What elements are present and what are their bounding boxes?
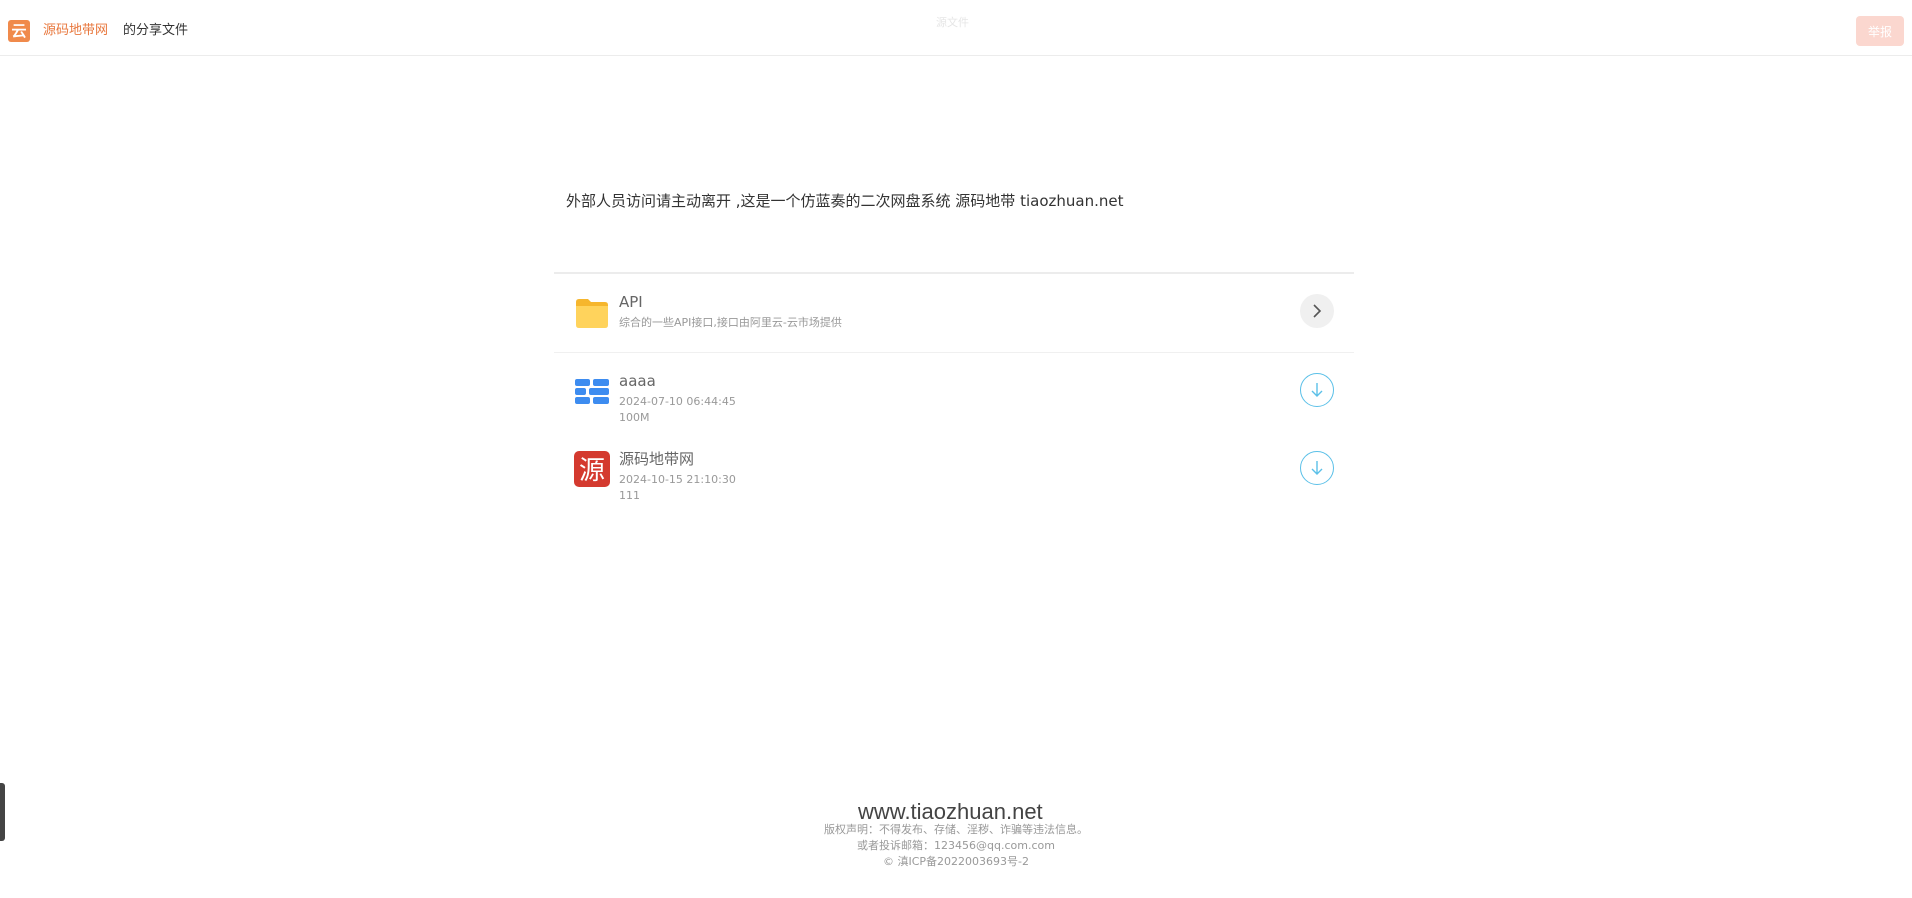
list-item-folder[interactable]: API 综合的一些API接口,接口由阿里云-云市场提供 [554,274,1354,353]
download-button[interactable] [1300,451,1334,485]
side-handle[interactable] [0,783,5,841]
list-item-file[interactable]: aaaa 2024-07-10 06:44:45 100M [554,353,1354,431]
download-arrow-icon [1311,461,1323,475]
yuan-logo-icon: 源 [574,451,610,487]
footer: 版权声明：不得发布、存储、淫秽、诈骗等违法信息。 或者投诉邮箱：123456@q… [756,822,1156,870]
chevron-right-icon [1313,304,1322,318]
list-item-file[interactable]: 源 源码地带网 2024-10-15 21:10:30 111 [554,431,1354,509]
top-header: 云 源码地带网 的分享文件 源文件 举报 [0,0,1912,56]
item-name: 源码地带网 [619,450,695,468]
item-date: 2024-07-10 06:44:45 [619,395,736,408]
item-description: 综合的一些API接口,接口由阿里云-云市场提供 [619,316,842,329]
share-label: 的分享文件 [123,23,189,38]
page-title: 源文件 [936,16,969,29]
download-button[interactable] [1300,373,1334,407]
notice-text: 外部人员访问请主动离开 ,这是一个仿蓝奏的二次网盘系统 源码地带 tiaozhu… [566,192,1124,210]
icp-record[interactable]: © 滇ICP备2022003693号-2 [756,854,1156,870]
site-name-link[interactable]: 源码地带网 [43,22,108,40]
item-size: 100M [619,411,650,424]
open-folder-button[interactable] [1300,294,1334,328]
watermark-text: www.tiaozhuan.net [858,799,1043,824]
item-name: aaaa [619,372,656,390]
download-arrow-icon [1311,383,1323,397]
file-blocks-icon [575,379,609,404]
complaint-email: 或者投诉邮箱：123456@qq.com.com [857,839,1055,852]
item-size: 111 [619,489,640,502]
svg-text:源: 源 [579,456,605,486]
cloud-logo-icon: 云 [8,20,30,42]
report-button[interactable]: 举报 [1856,16,1904,46]
item-name: API [619,293,643,311]
folder-icon [576,299,608,328]
item-date: 2024-10-15 21:10:30 [619,473,736,486]
